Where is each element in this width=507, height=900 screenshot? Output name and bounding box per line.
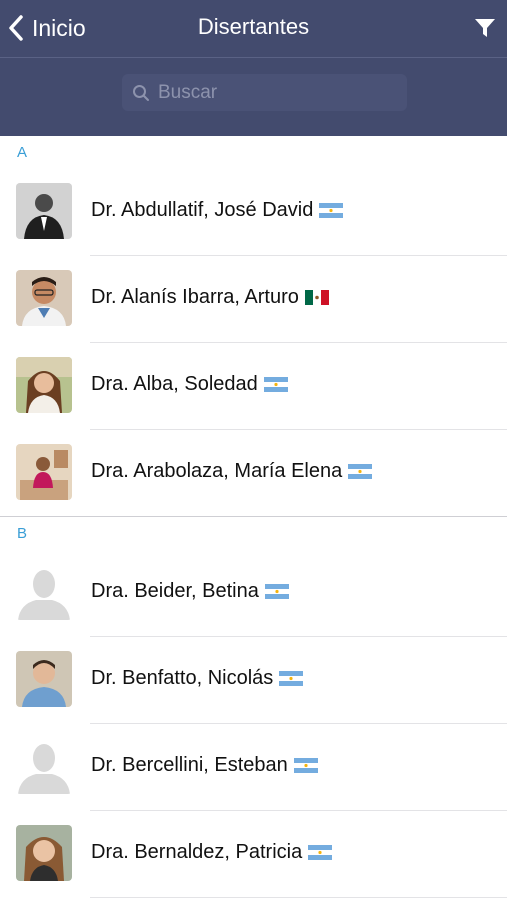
section-header-a: A [17,144,28,161]
person-silhouette-icon [16,738,72,794]
speaker-name: Dr. Bercellini, Esteban [91,754,288,776]
speaker-name-row: Dra. Arabolaza, María Elena [91,460,373,483]
avatar [16,444,72,500]
argentina-flag-icon [279,671,304,686]
person-silhouette-icon [16,564,72,620]
avatar-placeholder [16,564,72,620]
speaker-row[interactable]: Dra. Alba, Soledad [0,343,507,430]
speaker-name: Dr. Alanís Ibarra, Arturo [91,286,299,308]
avatar [16,651,72,707]
navigation-bar: Inicio Disertantes [0,0,507,58]
speaker-name-row: Dra. Bernaldez, Patricia [91,841,333,864]
section-header-b: B [17,525,28,542]
argentina-flag-icon [264,584,289,599]
search-box[interactable] [122,74,407,111]
speaker-name-row: Dr. Bercellini, Esteban [91,754,318,777]
speaker-row[interactable]: Dra. Arabolaza, María Elena [0,430,507,517]
chevron-left-icon [9,15,23,41]
speaker-name: Dra. Alba, Soledad [91,373,258,395]
search-icon [133,84,149,101]
speaker-name: Dra. Arabolaza, María Elena [91,460,343,482]
row-separator [90,897,507,898]
avatar [16,825,72,881]
avatar-placeholder [16,738,72,794]
speaker-name-row: Dra. Beider, Betina [91,580,289,603]
argentina-flag-icon [293,758,318,773]
argentina-flag-icon [348,464,373,479]
speaker-name-row: Dra. Alba, Soledad [91,373,288,396]
speaker-name: Dr. Abdullatif, José David [91,199,314,221]
speaker-name-row: Dr. Benfatto, Nicolás [91,667,304,690]
argentina-flag-icon [319,203,344,218]
avatar [16,183,72,239]
avatar [16,270,72,326]
speaker-name-row: Dr. Abdullatif, José David [91,199,344,222]
speaker-row[interactable]: Dr. Benfatto, Nicolás [0,637,507,724]
speaker-name-row: Dr. Alanís Ibarra, Arturo [91,286,329,309]
row-separator [0,516,507,517]
speaker-row[interactable]: Dr. Bercellini, Esteban [0,724,507,811]
speaker-name: Dra. Bernaldez, Patricia [91,841,303,863]
mexico-flag-icon [304,290,329,305]
back-button[interactable]: Inicio [6,10,86,46]
argentina-flag-icon [263,377,288,392]
speaker-row[interactable]: Dra. Beider, Betina [0,550,507,637]
speaker-list: A Dr. Abdullatif, José David Dr. Alanís … [0,136,507,898]
speaker-name: Dra. Beider, Betina [91,580,259,602]
back-button-label: Inicio [32,14,86,41]
avatar [16,357,72,413]
speaker-row[interactable]: Dr. Abdullatif, José David [0,169,507,256]
speaker-name: Dr. Benfatto, Nicolás [91,667,274,689]
argentina-flag-icon [308,845,333,860]
filter-icon [475,19,495,37]
search-input[interactable] [158,81,398,104]
filter-button[interactable] [473,16,497,40]
speaker-row[interactable]: Dr. Alanís Ibarra, Arturo [0,256,507,343]
speaker-row[interactable]: Dra. Bernaldez, Patricia [0,811,507,898]
search-bar-container [0,58,507,136]
